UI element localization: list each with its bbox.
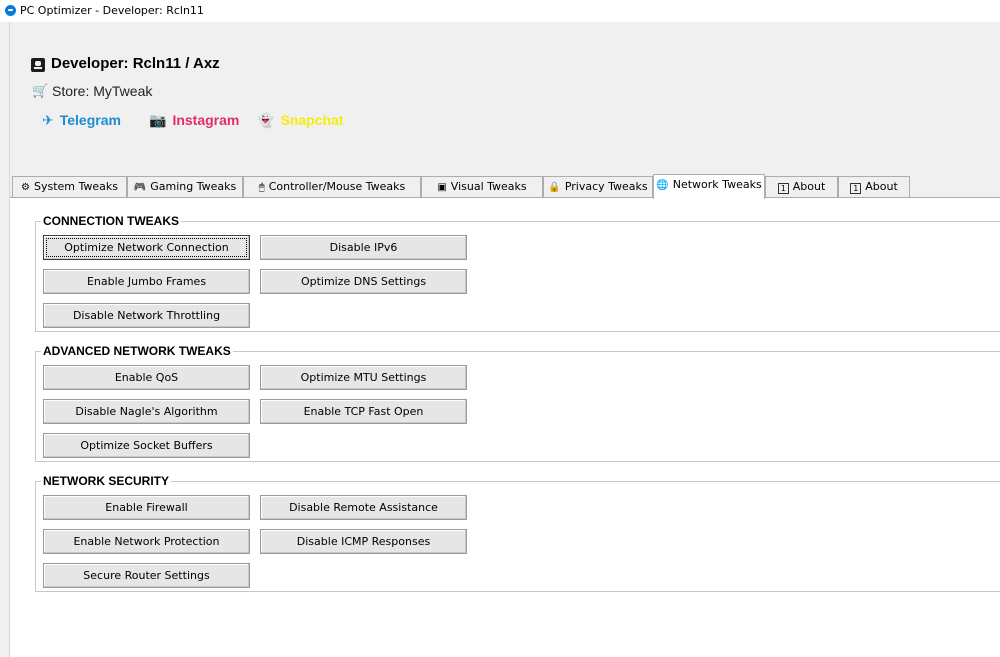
instagram-label: Instagram xyxy=(172,112,240,128)
group-title: ADVANCED NETWORK TWEAKS xyxy=(41,344,233,358)
tab-label: Network Tweaks xyxy=(672,178,762,191)
robot-icon xyxy=(31,58,45,72)
tab-system-tweaks[interactable]: ⚙ System Tweaks xyxy=(12,176,127,198)
group-title: NETWORK SECURITY xyxy=(41,474,171,488)
picture-icon: ▣ xyxy=(437,182,447,193)
enable-qos-button[interactable]: Enable QoS xyxy=(43,365,250,390)
store-label: Store: MyTweak xyxy=(52,83,153,99)
enable-jumbo-frames-button[interactable]: Enable Jumbo Frames xyxy=(43,269,250,294)
camera-icon: 📷 xyxy=(149,112,167,128)
window-title: PC Optimizer - Developer: Rcln11 xyxy=(20,4,204,17)
tab-label: About xyxy=(792,180,826,193)
group-advanced-network-tweaks: ADVANCED NETWORK TWEAKS Enable QoS Optim… xyxy=(35,344,1000,462)
tab-label: Privacy Tweaks xyxy=(564,180,648,193)
tab-visual-tweaks[interactable]: ▣ Visual Tweaks xyxy=(421,176,543,198)
info-box-icon: 1 xyxy=(850,183,862,194)
disable-network-throttling-button[interactable]: Disable Network Throttling xyxy=(43,303,250,328)
gamepad-icon: 🎮 xyxy=(133,182,147,193)
tab-label: About xyxy=(865,180,898,193)
tab-panel-network: CONNECTION TWEAKS Optimize Network Conne… xyxy=(10,198,1000,657)
instagram-link[interactable]: 📷 Instagram xyxy=(149,112,239,129)
globe-icon: 🌐 xyxy=(656,180,669,191)
title-bar: PC Optimizer - Developer: Rcln11 xyxy=(0,0,1000,22)
snapchat-link[interactable]: 👻 Snapchat xyxy=(257,112,343,129)
snapchat-label: Snapchat xyxy=(280,112,344,128)
cart-icon: 🛒 xyxy=(32,84,49,99)
optimize-socket-buffers-button[interactable]: Optimize Socket Buffers xyxy=(43,433,250,458)
disable-nagle-algorithm-button[interactable]: Disable Nagle's Algorithm xyxy=(43,399,250,424)
tab-network-tweaks[interactable]: 🌐 Network Tweaks xyxy=(653,174,765,199)
tab-privacy-tweaks[interactable]: 🔒 Privacy Tweaks xyxy=(543,176,653,198)
optimize-network-connection-button[interactable]: Optimize Network Connection xyxy=(43,235,250,260)
app-icon xyxy=(5,5,16,16)
mouse-icon: 🖱 xyxy=(258,182,265,193)
group-title: CONNECTION TWEAKS xyxy=(41,214,181,228)
group-connection-tweaks: CONNECTION TWEAKS Optimize Network Conne… xyxy=(35,214,1000,332)
developer-label: Developer: Rcln11 / Axz xyxy=(51,55,220,72)
tab-label: Visual Tweaks xyxy=(450,180,527,193)
tab-about-1[interactable]: 1 About xyxy=(765,176,838,198)
lock-icon: 🔒 xyxy=(548,182,561,193)
disable-ipv6-button[interactable]: Disable IPv6 xyxy=(260,235,467,260)
enable-firewall-button[interactable]: Enable Firewall xyxy=(43,495,250,520)
ghost-icon: 👻 xyxy=(257,112,275,128)
tab-label: Gaming Tweaks xyxy=(150,180,237,193)
enable-network-protection-button[interactable]: Enable Network Protection xyxy=(43,529,250,554)
optimize-dns-settings-button[interactable]: Optimize DNS Settings xyxy=(260,269,467,294)
info-box-icon: 1 xyxy=(777,183,789,194)
tab-bar: ⚙ System Tweaks 🎮 Gaming Tweaks 🖱 Controlle… xyxy=(10,174,1000,199)
telegram-label: Telegram xyxy=(59,112,121,128)
telegram-link[interactable]: ✈ Telegram xyxy=(42,112,121,129)
group-network-security: NETWORK SECURITY Enable Firewall Disable… xyxy=(35,474,1000,592)
tab-label: Controller/Mouse Tweaks xyxy=(268,180,406,193)
gear-icon: ⚙ xyxy=(21,182,30,193)
tab-gaming-tweaks[interactable]: 🎮 Gaming Tweaks xyxy=(127,176,243,198)
disable-icmp-responses-button[interactable]: Disable ICMP Responses xyxy=(260,529,467,554)
enable-tcp-fast-open-button[interactable]: Enable TCP Fast Open xyxy=(260,399,467,424)
optimize-mtu-settings-button[interactable]: Optimize MTU Settings xyxy=(260,365,467,390)
tab-controller-mouse-tweaks[interactable]: 🖱 Controller/Mouse Tweaks xyxy=(243,176,421,198)
tab-about-2[interactable]: 1 About xyxy=(838,176,910,198)
disable-remote-assistance-button[interactable]: Disable Remote Assistance xyxy=(260,495,467,520)
tab-label: System Tweaks xyxy=(33,180,118,193)
secure-router-settings-button[interactable]: Secure Router Settings xyxy=(43,563,250,588)
telegram-icon: ✈ xyxy=(42,112,54,128)
